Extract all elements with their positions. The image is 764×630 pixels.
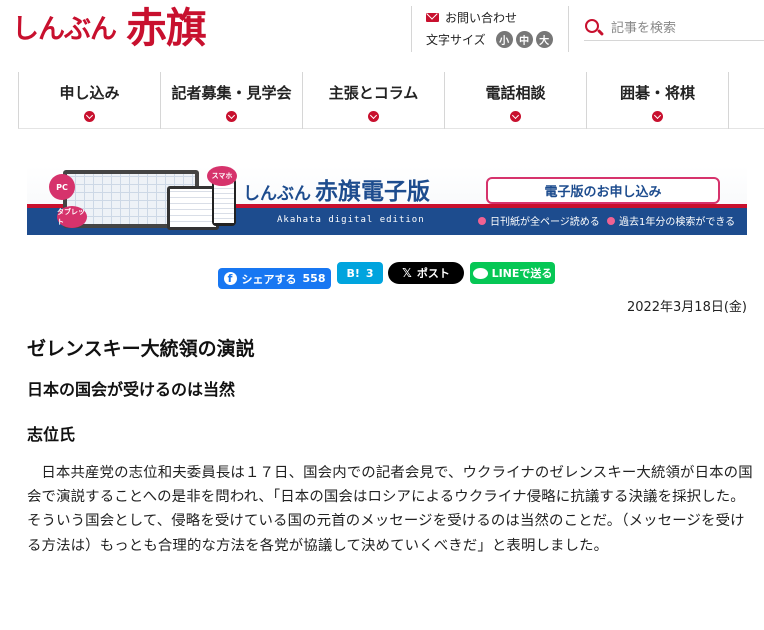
phone-bubble: スマホ <box>207 166 237 186</box>
facebook-share-button[interactable]: f シェアする 558 <box>218 268 331 289</box>
banner-feature: 過去1年分の検索ができる <box>607 213 735 228</box>
banner-feature-label: 日刊紙が全ページ読める <box>490 217 600 228</box>
hatena-count: 3 <box>365 266 374 280</box>
digital-apply-button[interactable]: 電子版のお申し込み <box>486 177 720 204</box>
article-body: 日本共産党の志位和夫委員長は１７日、国会内での記者会見で、ウクライナのゼレンスキ… <box>27 465 753 554</box>
bullet-icon <box>478 216 486 225</box>
article-speaker: 志位氏 <box>27 425 76 444</box>
font-size-label: 文字サイズ <box>426 33 486 47</box>
mail-icon <box>426 13 439 22</box>
banner-subtitle: Akahata digital edition <box>277 215 425 225</box>
tablet-bubble: タブレット <box>57 206 87 228</box>
chevron-down-icon <box>510 111 521 122</box>
article-title: ゼレンスキー大統領の演説 <box>27 338 255 360</box>
x-logo-icon: 𝕏 <box>402 266 412 280</box>
facebook-share-count: 558 <box>302 272 326 285</box>
site-header: しんぶん 赤旗 お問い合わせ 文字サイズ 小 中 大 <box>0 0 764 62</box>
font-size-medium-button[interactable]: 中 <box>515 31 533 48</box>
banner-feature-label: 過去1年分の検索ができる <box>619 217 736 228</box>
chevron-down-icon <box>652 111 663 122</box>
banner-feature: 日刊紙が全ページ読める <box>478 213 600 228</box>
pc-bubble: PC <box>49 174 75 200</box>
chevron-down-icon <box>368 111 379 122</box>
search-box <box>584 14 764 42</box>
font-size-large-button[interactable]: 大 <box>535 31 553 48</box>
logo-text-small: しんぶん <box>12 14 117 45</box>
line-share-button[interactable]: LINEで送る <box>470 262 555 284</box>
search-icon[interactable] <box>584 18 605 38</box>
nav-item-editorials[interactable]: 主張とコラム <box>303 72 445 129</box>
contact-label: お問い合わせ <box>445 11 518 25</box>
line-icon <box>472 267 488 279</box>
nav-item-apply[interactable]: 申し込み <box>19 72 161 129</box>
x-post-label: ポスト <box>416 267 450 280</box>
line-share-label: LINEで送る <box>491 267 553 280</box>
search-underline <box>584 40 764 41</box>
nav-item-label: 電話相談 <box>485 84 546 102</box>
header-divider <box>411 6 412 52</box>
bullet-icon <box>607 216 615 225</box>
x-post-button[interactable]: 𝕏 ポスト <box>388 262 464 284</box>
font-size-control: 文字サイズ 小 中 大 <box>426 31 553 48</box>
chevron-down-icon <box>84 111 95 122</box>
digital-edition-banner[interactable]: PC タブレット スマホ しんぶん 赤旗電子版 Akahata digital … <box>27 166 747 235</box>
hatena-bookmark-button[interactable]: B! 3 <box>337 262 383 284</box>
article-date: 2022年3月18日(金) <box>626 300 747 315</box>
article-subtitle: 日本の国会が受けるのは当然 <box>27 380 236 399</box>
header-divider <box>568 6 569 52</box>
chevron-down-icon <box>226 111 237 122</box>
nav-item-label: 記者募集・見学会 <box>171 84 292 102</box>
nav-item-label: 囲碁・将棋 <box>619 84 695 102</box>
search-input[interactable] <box>611 20 761 36</box>
banner-title: しんぶん 赤旗電子版 <box>243 172 430 206</box>
banner-title-small: しんぶん <box>243 184 311 204</box>
hatena-label: B! <box>346 266 360 280</box>
contact-link[interactable]: お問い合わせ <box>426 9 517 26</box>
banner-title-big: 赤旗電子版 <box>315 179 430 205</box>
facebook-share-label: シェアする <box>241 272 297 286</box>
nav-item-label: 主張とコラム <box>328 84 419 102</box>
main-nav: 申し込み 記者募集・見学会 主張とコラム 電話相談 囲碁・将棋 <box>18 72 764 129</box>
nav-item-recruit[interactable]: 記者募集・見学会 <box>161 72 303 129</box>
facebook-icon: f <box>223 272 237 285</box>
font-size-small-button[interactable]: 小 <box>495 31 513 48</box>
nav-item-phone-consult[interactable]: 電話相談 <box>445 72 587 129</box>
nav-item-go-shogi[interactable]: 囲碁・将棋 <box>587 72 729 129</box>
nav-item-label: 申し込み <box>59 84 120 102</box>
site-logo[interactable]: しんぶん 赤旗 <box>12 4 207 52</box>
logo-text-big: 赤旗 <box>126 4 207 52</box>
